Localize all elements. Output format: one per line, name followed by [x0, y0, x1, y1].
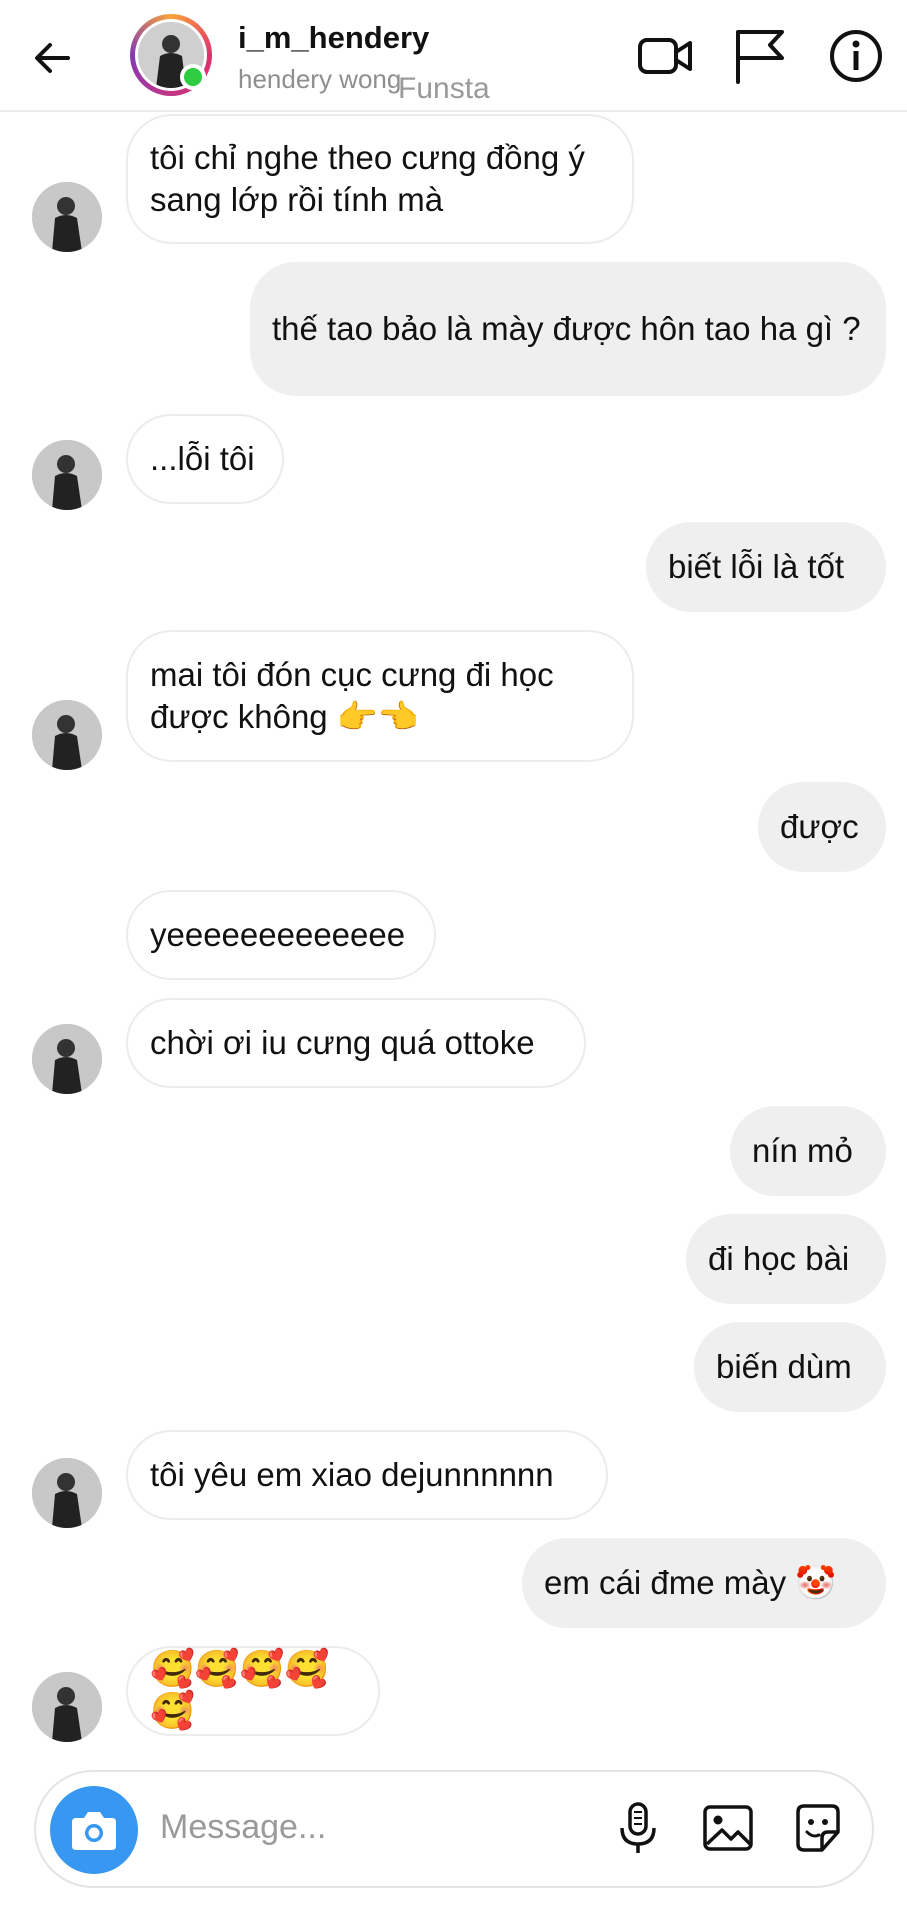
incoming-message[interactable]: 🥰🥰🥰🥰🥰 [126, 1646, 380, 1736]
sender-avatar[interactable] [32, 1024, 102, 1094]
incoming-message[interactable]: tôi yêu em xiao dejunnnnnn [126, 1430, 608, 1520]
outgoing-message[interactable]: đi học bài [686, 1214, 886, 1304]
outgoing-message[interactable]: em cái đme mày 🤡 [522, 1538, 886, 1628]
sender-avatar[interactable] [32, 1672, 102, 1742]
outgoing-message-text: em cái đme mày 🤡 [544, 1564, 837, 1601]
message-input[interactable]: Message... [160, 1808, 326, 1847]
incoming-message[interactable]: tôi chỉ nghe theo cưng đồng ý sang lớp r… [126, 114, 634, 244]
incoming-message[interactable]: mai tôi đón cục cưng đi học được không 👉… [126, 630, 634, 762]
incoming-message-text: mai tôi đón cục cưng đi học được không 👉… [150, 656, 554, 735]
outgoing-message[interactable]: được [758, 782, 886, 872]
message-composer: Message... [34, 1770, 874, 1888]
sticker-icon[interactable] [788, 1798, 848, 1858]
message-thread: tôi chỉ nghe theo cưng đồng ý sang lớp r… [0, 0, 907, 1920]
camera-icon [72, 1812, 116, 1850]
outgoing-message[interactable]: thế tao bảo là mày được hôn tao ha gì ? [250, 262, 886, 396]
outgoing-message[interactable]: biến dùm [694, 1322, 886, 1412]
incoming-message[interactable]: chời ơi iu cưng quá ottoke [126, 998, 586, 1088]
sender-avatar[interactable] [32, 182, 102, 252]
sender-avatar[interactable] [32, 700, 102, 770]
microphone-icon[interactable] [608, 1798, 668, 1858]
sender-avatar[interactable] [32, 1458, 102, 1528]
incoming-message[interactable]: yeeeeeeeeeeeee [126, 890, 436, 980]
outgoing-message[interactable]: nín mỏ [730, 1106, 886, 1196]
outgoing-message[interactable]: biết lỗi là tốt [646, 522, 886, 612]
camera-button[interactable] [50, 1786, 138, 1874]
gallery-icon[interactable] [698, 1798, 758, 1858]
sender-avatar[interactable] [32, 440, 102, 510]
incoming-message[interactable]: ...lỗi tôi [126, 414, 284, 504]
